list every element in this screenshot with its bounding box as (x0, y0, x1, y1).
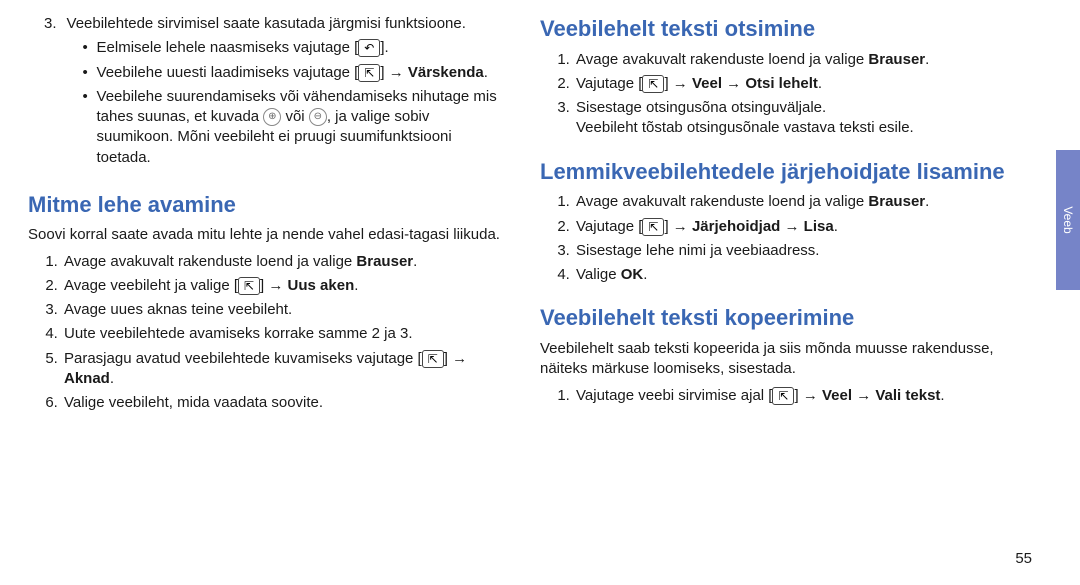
menu-icon: ⇱ (238, 277, 260, 295)
bullet-back: Eelmisele lehele naasmiseks vajutage [↶]… (97, 38, 500, 58)
copy-intro: Veebilehelt saab teksti kopeerida ja sii… (540, 339, 1012, 380)
right-column: Veebilehelt teksti otsimine Avage avakuv… (540, 14, 1012, 419)
open-step1: Avage avakuvalt rakenduste loend ja vali… (62, 252, 500, 272)
zoom-in-icon: ⊕ (263, 108, 281, 126)
open-step4: Uute veebilehtede avamiseks korrake samm… (62, 324, 500, 344)
side-tab: Veeb (1056, 150, 1080, 290)
bookmark-step1: Avage avakuvalt rakenduste loend ja vali… (574, 192, 1012, 212)
heading-bookmarks: Lemmikveebilehtedele järjehoidjate lisam… (540, 157, 1012, 187)
zoom-out-icon: ⊖ (309, 108, 327, 126)
bookmark-step4: Valige OK. (574, 265, 1012, 285)
back-icon: ↶ (358, 39, 380, 57)
heading-open-multiple: Mitme lehe avamine (28, 190, 500, 220)
menu-icon: ⇱ (772, 387, 794, 405)
side-tab-label: Veeb (1061, 206, 1075, 233)
menu-icon: ⇱ (422, 350, 444, 368)
open-multiple-intro: Soovi korral saate avada mitu lehte ja n… (28, 225, 500, 245)
bookmark-step2: Vajutage [⇱] → Järjehoidjad → Lisa. (574, 217, 1012, 237)
open-step6: Valige veebileht, mida vaadata soovite. (62, 393, 500, 413)
menu-icon: ⇱ (358, 64, 380, 82)
heading-search-text: Veebilehelt teksti otsimine (540, 14, 1012, 44)
bullet-refresh: Veebilehe uuesti laadimiseks vajutage [⇱… (97, 63, 500, 83)
open-step2: Avage veebileht ja valige [⇱] → Uus aken… (62, 276, 500, 296)
heading-copy-text: Veebilehelt teksti kopeerimine (540, 303, 1012, 333)
step3-intro: Veebilehtede sirvimisel saate kasutada j… (67, 15, 466, 32)
menu-icon: ⇱ (642, 75, 664, 93)
bullet-zoom: Veebilehe suurendamiseks või vähendamise… (97, 87, 500, 168)
left-column: 3. Veebilehtede sirvimisel saate kasutad… (28, 14, 500, 419)
page-number: 55 (1015, 550, 1032, 567)
search-step3: Sisestage otsingusõna otsinguväljale. Ve… (574, 98, 1012, 139)
open-step3: Avage uues aknas teine veebileht. (62, 300, 500, 320)
search-step2: Vajutage [⇱] → Veel → Otsi lehelt. (574, 74, 1012, 94)
copy-step1: Vajutage veebi sirvimise ajal [⇱] → Veel… (574, 386, 1012, 406)
search-step1: Avage avakuvalt rakenduste loend ja vali… (574, 50, 1012, 70)
step-number: 3. (44, 14, 57, 172)
bookmark-step3: Sisestage lehe nimi ja veebiaadress. (574, 241, 1012, 261)
menu-icon: ⇱ (642, 218, 664, 236)
open-step5: Parasjagu avatud veebilehtede kuvamiseks… (62, 349, 500, 390)
